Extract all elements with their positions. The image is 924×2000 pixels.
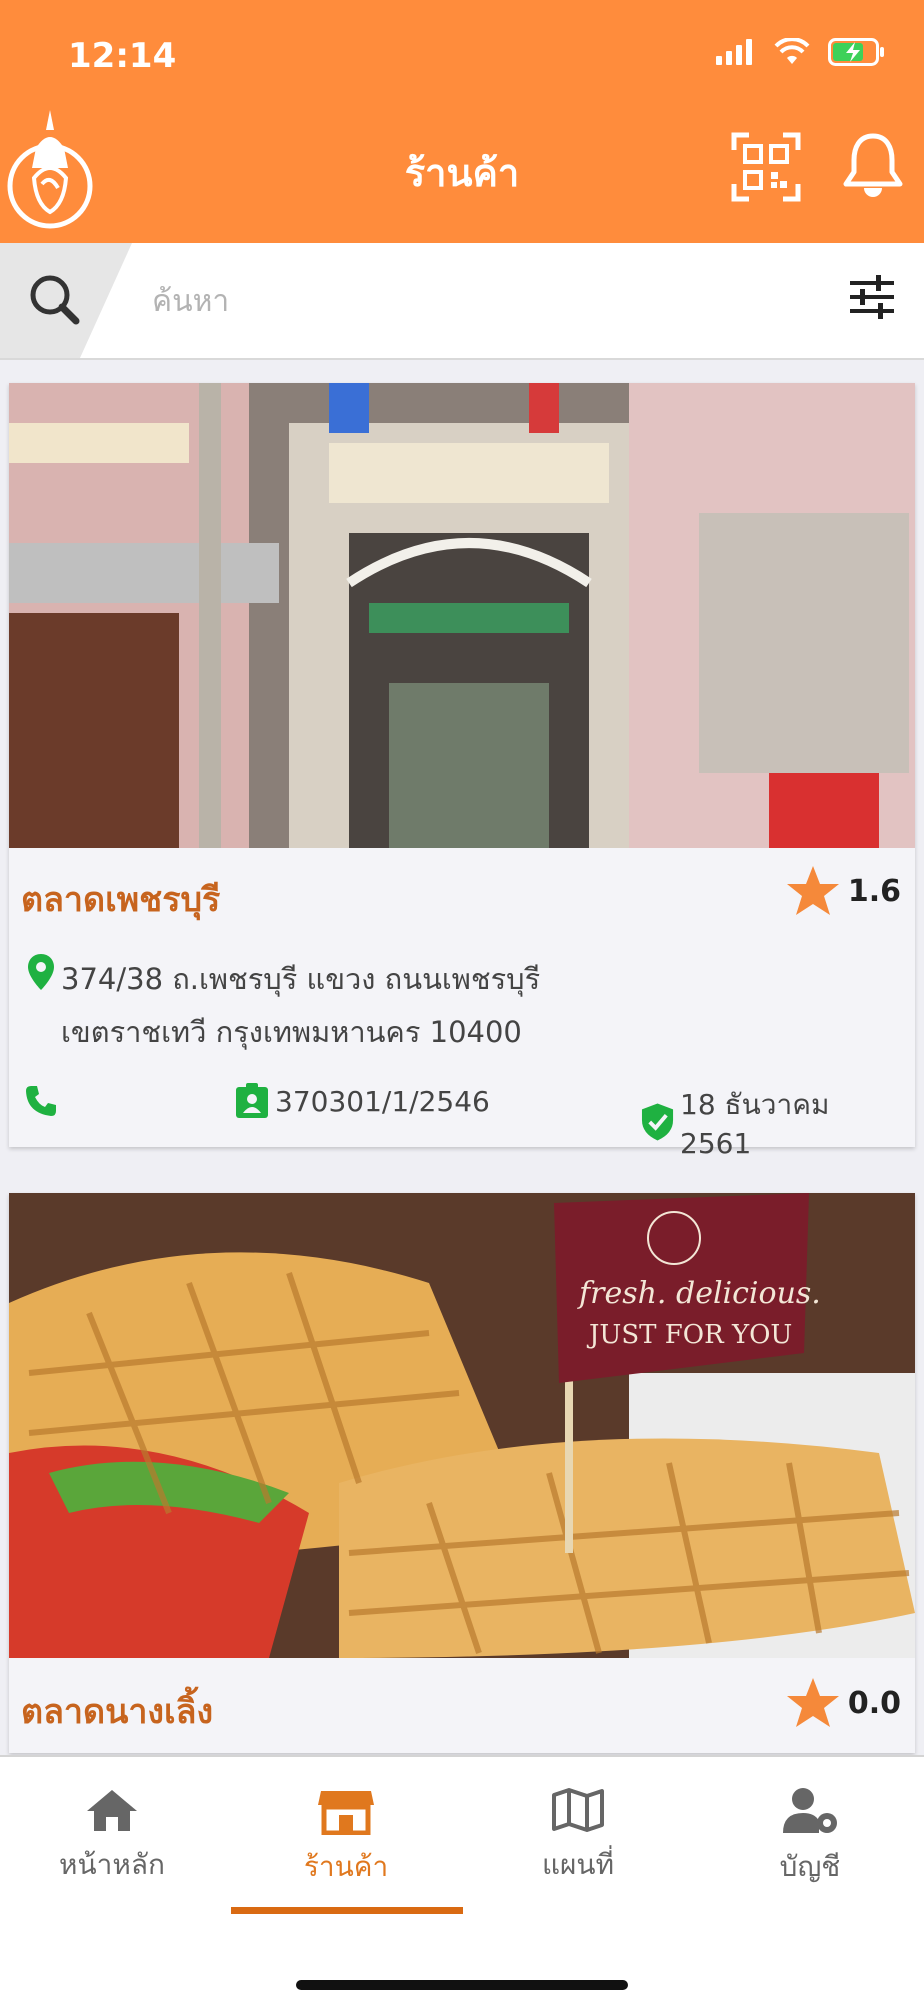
account-settings-icon [783,1788,837,1833]
shop-name: ตลาดนางเลิ้ง [21,1692,214,1732]
phone-item[interactable] [23,1083,59,1119]
star-icon [786,1678,839,1727]
license-badge-icon [236,1083,268,1118]
location-pin-icon [28,954,54,990]
wifi-icon [774,38,810,64]
tab-label: ร้านค้า [303,1850,389,1883]
signal-icon [716,39,752,65]
shop-photo-waffle: fresh. delicious. JUST FOR YOU [9,1193,915,1658]
shop-name: ตลาดเพชรบุรี [21,880,221,920]
bell-icon[interactable] [842,132,904,198]
tab-label: บัญชี [779,1850,841,1883]
search-bar [0,243,924,360]
shop-address: 374/38 ถ.เพชรบุรี แขวง ถนนเพชรบุรี เขตรา… [27,953,540,1059]
verified-shield-icon [641,1103,674,1140]
status-time: 12:14 [68,36,177,76]
search-input[interactable] [152,271,812,331]
certified-date-item: 18 ธันวาคม 2561 [641,1083,903,1160]
map-icon [552,1788,604,1832]
rating-value: 0.0 [847,1685,901,1721]
filter-sliders-icon[interactable] [848,273,896,321]
phone-icon[interactable] [23,1083,59,1119]
svg-text:JUST FOR YOU: JUST FOR YOU [586,1320,792,1350]
address-line-2: เขตราชเทวี กรุงเทพมหานคร 10400 [61,1015,522,1049]
rating-value: 1.6 [847,873,901,909]
store-icon [318,1791,374,1836]
shop-card[interactable]: ตลาดเพชรบุรี 1.6 374/38 ถ.เพชรบุรี แขวง … [9,383,915,1160]
tab-home[interactable]: หน้าหลัก [12,1787,212,1887]
star-icon [786,866,839,915]
shop-rating: 0.0 [786,1677,901,1729]
battery-icon [828,38,884,66]
home-icon [87,1790,137,1831]
bottom-tab-bar: หน้าหลัก ร้านค้า แผนที่ บัญชี [0,1755,924,2000]
tab-store[interactable]: ร้านค้า [246,1787,446,1889]
tab-account[interactable]: บัญชี [710,1787,910,1889]
svg-text:fresh. delicious.: fresh. delicious. [577,1276,821,1311]
tab-label: หน้าหลัก [59,1848,165,1881]
license-number: 370301/1/2546 [275,1084,490,1118]
shop-card[interactable]: fresh. delicious. JUST FOR YOU ตลาดนางเล… [9,1193,915,1753]
tab-label: แผนที่ [541,1848,615,1881]
search-icon[interactable] [0,243,132,358]
app-header: 12:14 ร้านค้า [0,0,924,243]
address-line-1: 374/38 ถ.เพชรบุรี แขวง ถนนเพชรบุรี [61,962,541,996]
home-indicator [296,1980,628,1990]
status-icons [716,38,886,66]
shop-rating: 1.6 [786,865,901,917]
qr-code-icon[interactable] [731,132,801,202]
shop-info-row: 370301/1/2546 18 ธันวาคม 2561 [23,1083,903,1160]
license-item: 370301/1/2546 [235,1083,490,1119]
active-tab-indicator [231,1907,463,1914]
shop-photo-market-gate [9,383,915,848]
tab-map[interactable]: แผนที่ [478,1787,678,1887]
certified-date: 18 ธันวาคม 2561 [680,1088,830,1160]
